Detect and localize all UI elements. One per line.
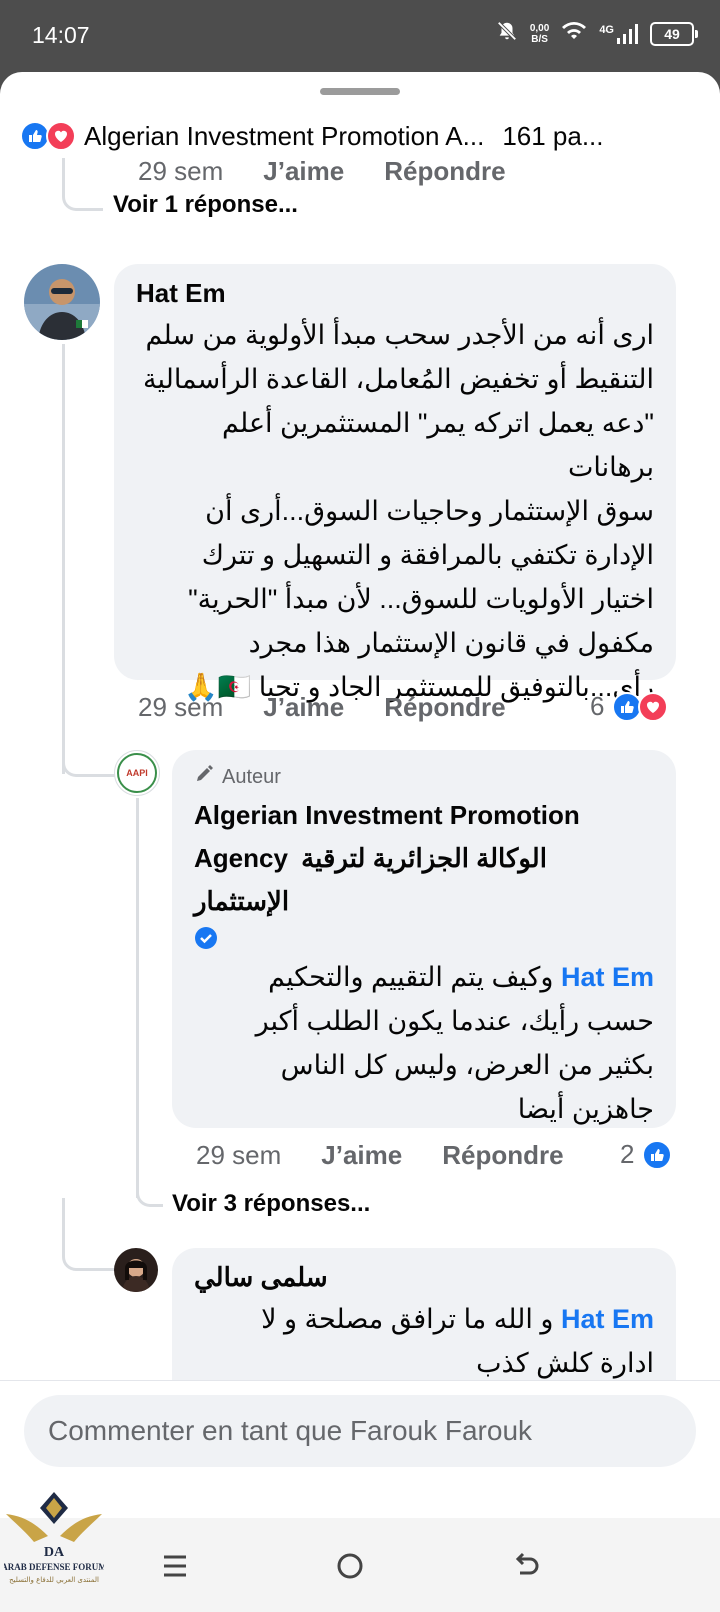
comment-line: سوق الإستثمار وحاجيات السوق...أرى أن — [205, 496, 654, 526]
reactions-count[interactable]: 161 pa... — [502, 121, 603, 152]
reaction-count: 6 — [590, 691, 605, 721]
drag-handle[interactable] — [320, 88, 400, 95]
avatar[interactable] — [114, 1248, 158, 1292]
comment-line: Hat Em وكيف يتم التقييم والتحكيم — [194, 955, 654, 999]
comment-bubble[interactable]: Hat Em ارى أنه من الأجدر سحب مبدأ الأولو… — [114, 264, 676, 702]
like-button[interactable]: J’aime — [321, 1140, 402, 1171]
comment-line: التنقيط أو تخفيض المُعامل، القاعدة الرأس… — [142, 364, 654, 394]
back-arrow-icon — [515, 1552, 539, 1575]
comment-author[interactable]: سلمى سالي — [194, 1262, 654, 1293]
comment-line: جاهزين أيضا — [517, 1094, 654, 1124]
menu-icon — [164, 1555, 186, 1577]
comment-line-text: و الله ما ترافق مصلحة و لا — [261, 1304, 554, 1334]
signal-icon: 4G — [599, 23, 638, 44]
love-reaction-icon — [638, 691, 669, 722]
logo-text: AAPI — [126, 768, 148, 778]
thread-line — [62, 344, 65, 774]
comments-list[interactable]: 29 sem J’aime Répondre Voir 1 réponse...… — [0, 158, 720, 1466]
comment-input[interactable]: Commenter en tant que Farouk Farouk — [24, 1395, 696, 1467]
sheet-header: Algerian Investment Promotion A... 161 p… — [20, 114, 700, 158]
comment-age[interactable]: 29 sem — [138, 158, 223, 187]
avatar[interactable] — [24, 264, 100, 340]
author-name-part: Agency — [194, 843, 288, 873]
author-name-line: الإستثمار — [194, 886, 290, 916]
comment-author[interactable]: Algerian Investment Promotion Agency الو… — [194, 794, 654, 923]
watermark-title: ARAB DEFENSE FORUM — [4, 1562, 104, 1572]
thread-connector — [62, 746, 115, 777]
like-button[interactable]: J’aime — [263, 692, 344, 723]
author-badge: Auteur — [194, 764, 654, 790]
status-bar: 14:07 0,00 B/S 4G 49 — [0, 0, 720, 72]
speed-value: 0,00 — [529, 22, 550, 34]
status-icons: 0,00 B/S 4G 49 — [496, 20, 698, 47]
network-speed: 0,00 B/S — [530, 23, 549, 45]
menu-nav-button[interactable] — [155, 1546, 195, 1586]
battery-indicator: 49 — [650, 21, 698, 46]
comment-author[interactable]: Hat Em — [136, 278, 654, 309]
comments-sheet: Algerian Investment Promotion A... 161 p… — [0, 72, 720, 1518]
comment-line: حسب رأيك، عندما يكون الطلب أكبر — [255, 1006, 654, 1036]
comment-meta: 29 sem J’aime Répondre — [138, 692, 506, 723]
speed-unit: B/S — [531, 33, 548, 45]
verified-badge — [194, 923, 654, 953]
reply-button[interactable]: Répondre — [384, 158, 505, 187]
comment-text: Hat Em وكيف يتم التقييم والتحكيم حسب رأي… — [194, 955, 654, 1131]
agency-logo-avatar[interactable]: AAPI — [114, 750, 160, 796]
network-type: 4G — [599, 23, 614, 36]
author-badge-label: Auteur — [222, 765, 281, 788]
comment-line: "دعه يعمل اتركه يمر" المستثمرين أعلم بره… — [222, 408, 654, 482]
comment-bubble[interactable]: Auteur Algerian Investment Promotion Age… — [172, 750, 676, 1128]
comment-reactions[interactable]: 2 — [620, 1139, 673, 1170]
comment-text: Hat Em و الله ما ترافق مصلحة و لا ادارة … — [194, 1297, 654, 1385]
composer-area: Commenter en tant que Farouk Farouk — [0, 1380, 720, 1501]
comment-meta: 29 sem J’aime Répondre — [138, 158, 506, 187]
reply-button[interactable]: Répondre — [442, 1140, 563, 1171]
reaction-count: 2 — [620, 1139, 635, 1169]
author-name-line: Agency الوكالة الجزائرية لترقية — [194, 837, 654, 880]
view-replies-link[interactable]: Voir 1 réponse... — [113, 191, 298, 219]
home-nav-button[interactable] — [330, 1546, 370, 1586]
wifi-icon — [561, 21, 587, 46]
home-circle-icon — [337, 1553, 363, 1579]
navigation-bar — [0, 1518, 720, 1612]
comment-text: ارى أنه من الأجدر سحب مبدأ الأولوية من س… — [136, 313, 654, 709]
view-replies-link[interactable]: Voir 3 réponses... — [172, 1190, 370, 1218]
like-reaction-icon — [642, 1139, 673, 1170]
comment-line: بكثير من العرض، وليس كل الناس — [280, 1050, 654, 1080]
thread-line — [136, 798, 139, 1198]
thread-connector — [136, 1178, 163, 1207]
mute-bell-icon — [496, 20, 518, 47]
love-reaction-icon — [46, 121, 76, 151]
verified-badge-icon — [195, 927, 217, 949]
watermark-monogram: DA — [44, 1545, 65, 1560]
author-name-line: Algerian Investment Promotion — [194, 800, 580, 830]
thread-connector — [62, 158, 103, 211]
comment-meta: 29 sem J’aime Répondre — [196, 1140, 564, 1171]
like-button[interactable]: J’aime — [263, 158, 344, 187]
comment-line: ارى أنه من الأجدر سحب مبدأ الأولوية من س… — [145, 320, 655, 350]
reply-button[interactable]: Répondre — [384, 692, 505, 723]
comment-line: الإدارة تكتفي بالمرافقة و التسهيل و تترك — [201, 540, 654, 570]
comment-line: ادارة كلش كذب — [476, 1348, 654, 1378]
author-name-part: الوكالة الجزائرية لترقية — [301, 843, 547, 873]
comment-line: مكفول في قانون الإستثمار هذا مجرد — [248, 628, 654, 658]
comment-line: Hat Em و الله ما ترافق مصلحة و لا — [194, 1297, 654, 1341]
pencil-icon — [194, 764, 214, 790]
comment-line: اختيار الأولويات للسوق... لأن مبدأ "الحر… — [188, 584, 654, 614]
forum-watermark-logo: DA ARAB DEFENSE FORUM المنتدى العربي للد… — [1, 1484, 107, 1594]
status-time: 14:07 — [32, 22, 90, 48]
comment-age[interactable]: 29 sem — [138, 692, 223, 723]
comment-age[interactable]: 29 sem — [196, 1140, 281, 1171]
post-title[interactable]: Algerian Investment Promotion A... — [84, 121, 484, 152]
thread-connector — [62, 1198, 115, 1271]
comment-reactions[interactable]: 6 — [590, 691, 669, 722]
back-nav-button[interactable] — [506, 1546, 546, 1586]
mention-hat-em[interactable]: Hat Em — [561, 1304, 654, 1334]
mention-hat-em[interactable]: Hat Em — [561, 962, 654, 992]
comment-line-text: وكيف يتم التقييم والتحكيم — [268, 962, 554, 992]
watermark-subtitle: المنتدى العربي للدفاع والتسليح — [9, 1576, 99, 1584]
